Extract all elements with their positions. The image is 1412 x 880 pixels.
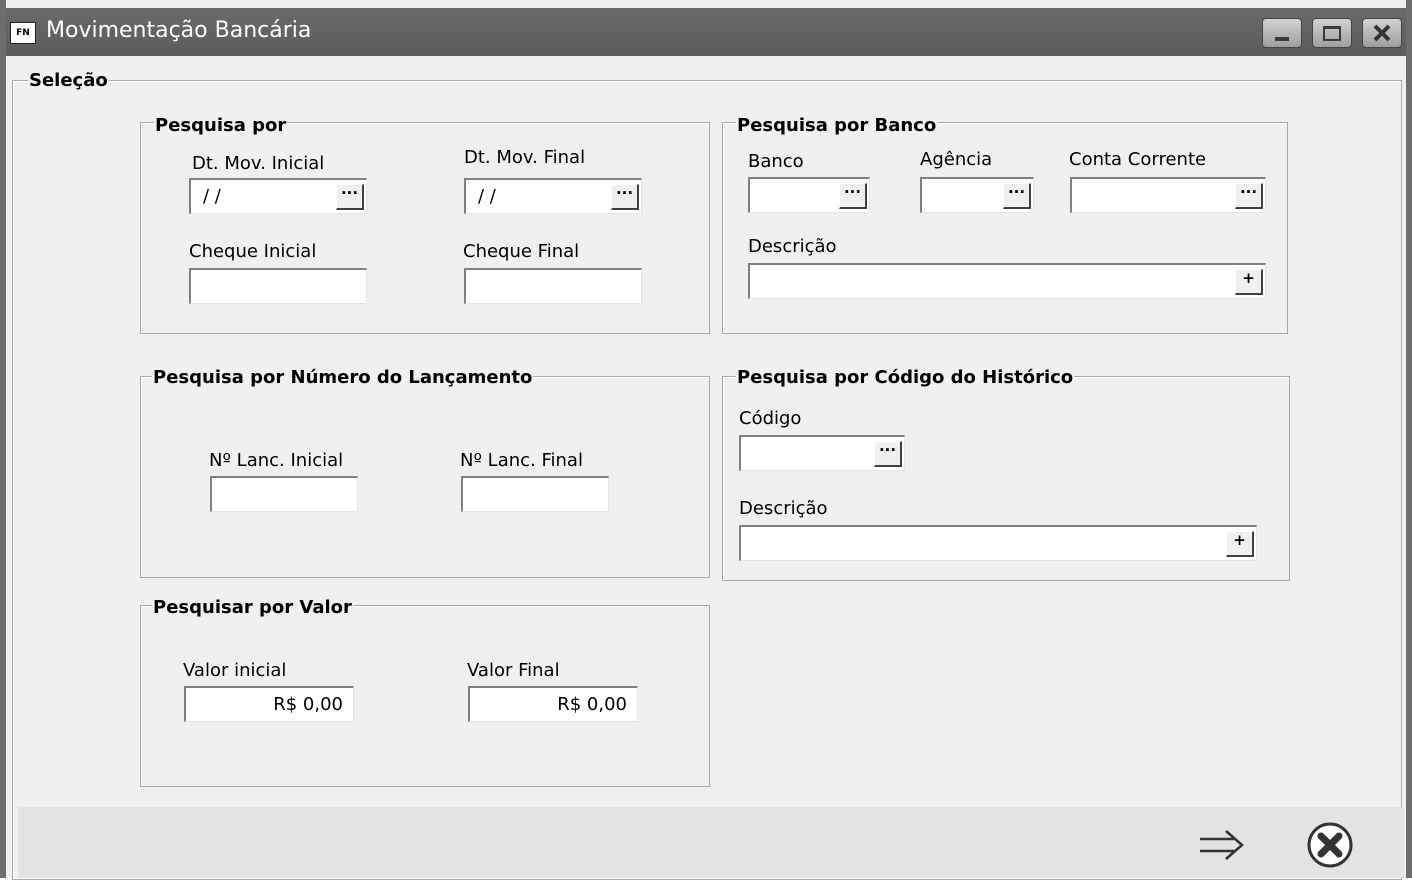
dt-final-field[interactable]: / / ··· xyxy=(464,178,642,214)
valor-inicial-label: Valor inicial xyxy=(183,660,287,681)
conta-corrente-lookup-button[interactable]: ··· xyxy=(1235,183,1263,209)
maximize-button[interactable] xyxy=(1312,18,1352,48)
agencia-lookup-button[interactable]: ··· xyxy=(1003,183,1031,209)
banco-label: Banco xyxy=(748,151,804,172)
dt-final-value: / / xyxy=(478,186,496,207)
selecao-legend: Seleção xyxy=(28,70,109,91)
window-title: Movimentação Bancária xyxy=(46,18,312,43)
banco-descricao-label: Descrição xyxy=(748,236,837,257)
pesquisa-valor-legend: Pesquisar por Valor xyxy=(152,597,353,618)
cheque-final-field[interactable] xyxy=(464,268,642,304)
banco-field[interactable]: ··· xyxy=(748,177,870,213)
app-icon: FN xyxy=(10,22,36,44)
codigo-field[interactable]: ··· xyxy=(739,435,905,471)
title-bar: FN Movimentação Bancária xyxy=(6,8,1406,56)
historico-descricao-expand-button[interactable]: + xyxy=(1226,531,1254,557)
valor-final-label: Valor Final xyxy=(467,660,560,681)
dt-inicial-value: / / xyxy=(203,186,221,207)
pesquisa-historico-legend: Pesquisa por Código do Histórico xyxy=(736,367,1075,388)
valor-inicial-value: R$ 0,00 xyxy=(273,694,343,715)
lanc-final-label: Nº Lanc. Final xyxy=(460,450,583,471)
dt-final-lookup-button[interactable]: ··· xyxy=(611,184,639,210)
cheque-final-label: Cheque Final xyxy=(463,241,580,262)
codigo-lookup-button[interactable]: ··· xyxy=(874,441,902,467)
agencia-field[interactable]: ··· xyxy=(920,177,1034,213)
close-x-icon xyxy=(1373,24,1391,42)
codigo-label: Código xyxy=(739,408,802,429)
valor-inicial-field[interactable]: R$ 0,00 xyxy=(184,686,354,722)
conta-corrente-field[interactable]: ··· xyxy=(1070,177,1266,213)
arrow-right-icon[interactable] xyxy=(1198,827,1248,863)
banco-descricao-expand-button[interactable]: + xyxy=(1235,269,1263,295)
banco-descricao-field[interactable]: + xyxy=(748,263,1266,299)
main-window: FN Movimentação Bancária Seleção Pesquis… xyxy=(0,0,1412,880)
agencia-label: Agência xyxy=(920,149,993,170)
minimize-button[interactable] xyxy=(1262,18,1302,48)
dt-inicial-field[interactable]: / / ··· xyxy=(189,178,367,214)
pesquisa-por-legend: Pesquisa por xyxy=(154,115,288,136)
valor-final-value: R$ 0,00 xyxy=(557,694,627,715)
valor-final-field[interactable]: R$ 0,00 xyxy=(468,686,638,722)
lanc-inicial-label: Nº Lanc. Inicial xyxy=(209,450,344,471)
banco-lookup-button[interactable]: ··· xyxy=(839,183,867,209)
historico-descricao-field[interactable]: + xyxy=(739,525,1257,561)
pesquisa-numero-legend: Pesquisa por Número do Lançamento xyxy=(152,367,534,388)
lanc-final-field[interactable] xyxy=(461,476,609,512)
conta-corrente-label: Conta Corrente xyxy=(1069,149,1207,170)
footer-bar xyxy=(18,807,1404,878)
dt-inicial-lookup-button[interactable]: ··· xyxy=(336,184,364,210)
close-window-button[interactable] xyxy=(1362,18,1402,48)
close-circle-icon[interactable] xyxy=(1306,821,1354,869)
lanc-inicial-field[interactable] xyxy=(210,476,358,512)
pesquisa-banco-legend: Pesquisa por Banco xyxy=(736,115,938,136)
cheque-inicial-label: Cheque Inicial xyxy=(189,241,317,262)
dt-final-label: Dt. Mov. Final xyxy=(464,147,586,168)
cheque-inicial-field[interactable] xyxy=(189,268,367,304)
dt-inicial-label: Dt. Mov. Inicial xyxy=(192,153,325,174)
historico-descricao-label: Descrição xyxy=(739,498,828,519)
